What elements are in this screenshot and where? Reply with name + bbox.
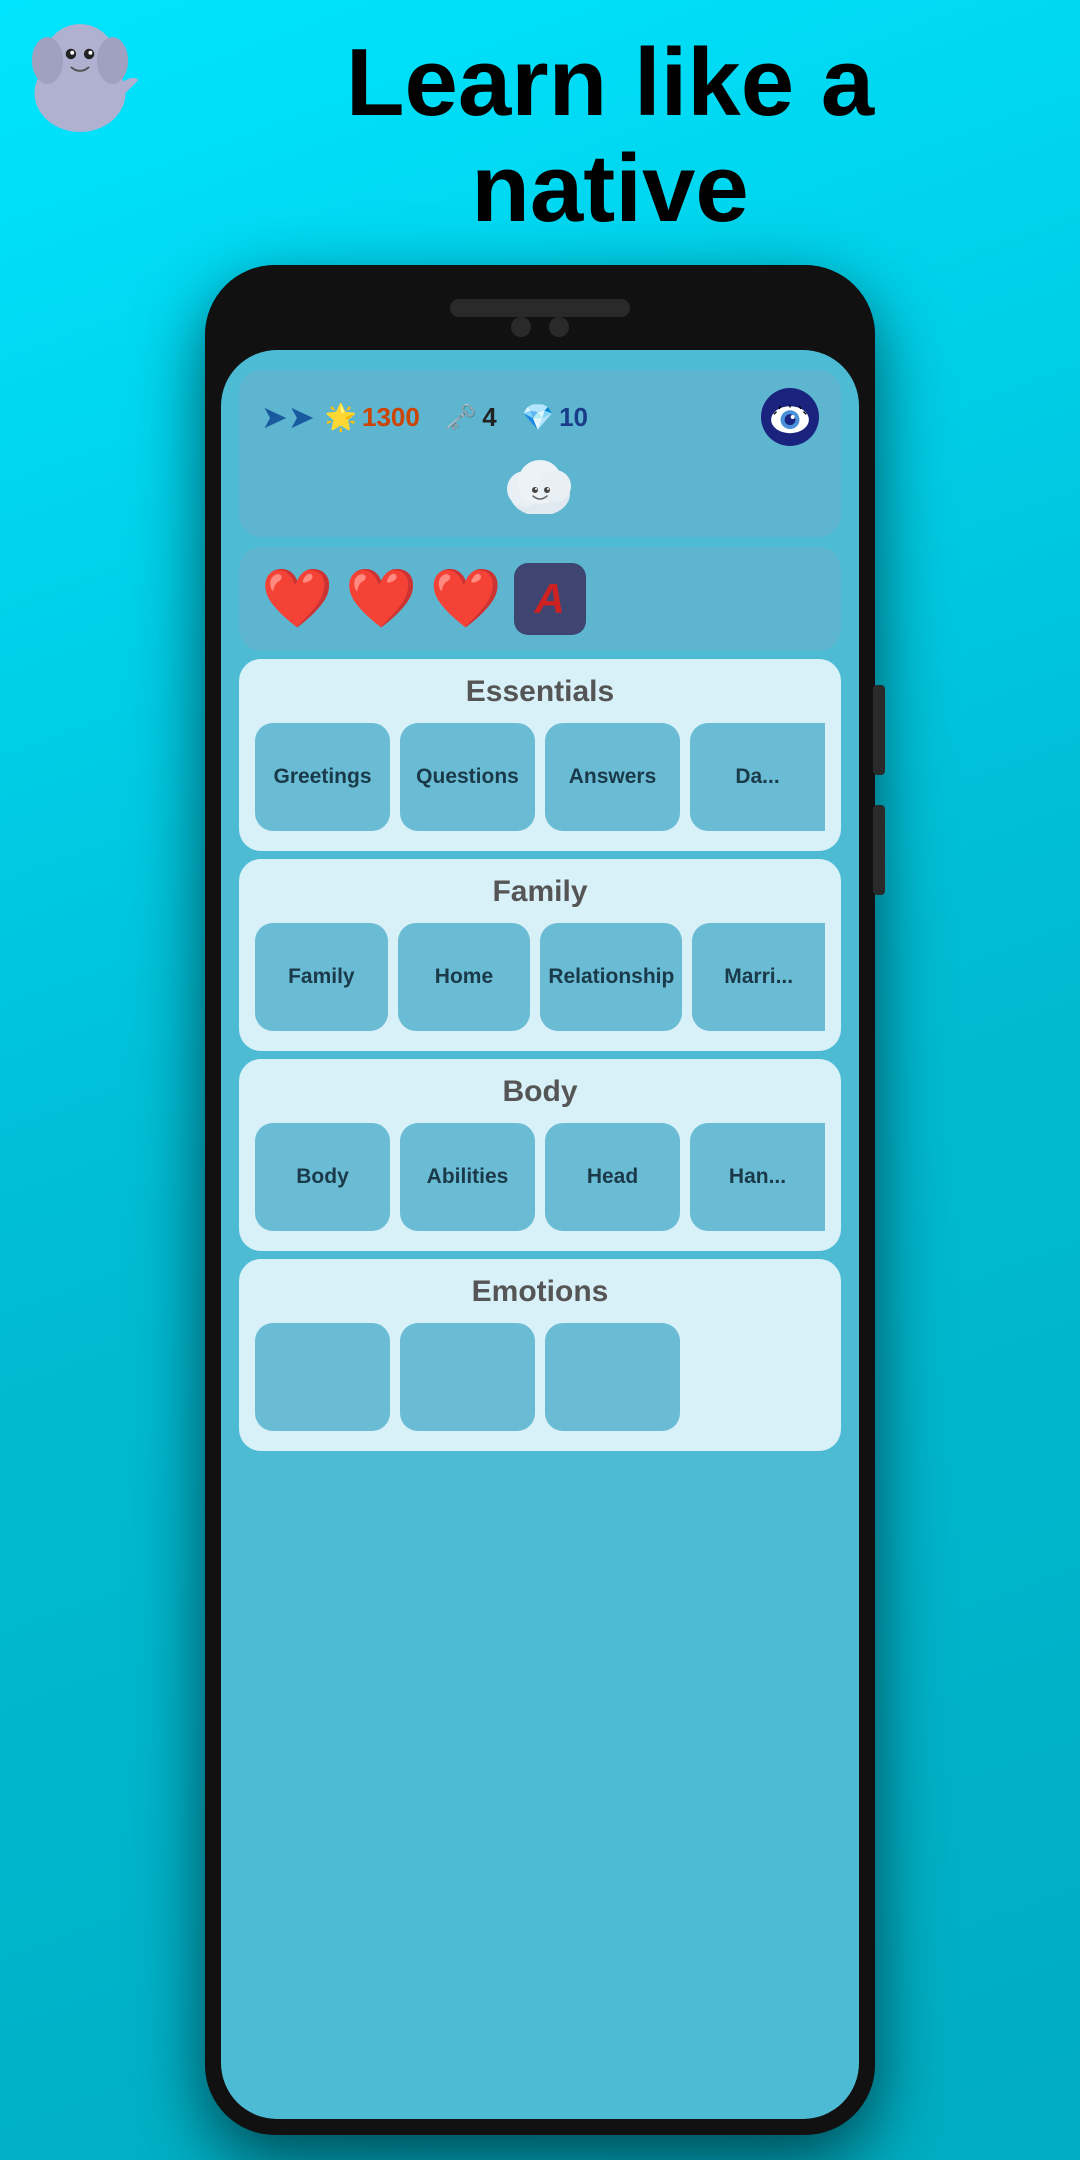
section-family-title: Family [255, 875, 825, 909]
key-stat: 🗝️ 4 [445, 402, 497, 433]
phone-screen: ➤➤ 🌟 1300 🗝️ 4 💎 [221, 350, 859, 2119]
heart-1: ❤️ [261, 565, 333, 633]
section-body-title: Body [255, 1075, 825, 1109]
section-emotions-title: Emotions [255, 1275, 825, 1309]
category-relationship[interactable]: Relationship [540, 923, 682, 1031]
sun-stat: 🌟 1300 [325, 402, 420, 433]
category-answers[interactable]: Answers [545, 723, 680, 831]
category-home[interactable]: Home [398, 923, 531, 1031]
screen-scroll[interactable]: ➤➤ 🌟 1300 🗝️ 4 💎 [221, 350, 859, 2119]
section-essentials: Essentials Greetings Questions Answers D… [239, 659, 841, 851]
category-emotions-1[interactable] [255, 1323, 390, 1431]
phone-top-bar [205, 265, 875, 350]
header-title: Learn like a native [160, 30, 1060, 241]
category-body[interactable]: Body [255, 1123, 390, 1231]
lives-row: ❤️ ❤️ ❤️ A [239, 547, 841, 651]
category-emotions-3[interactable] [545, 1323, 680, 1431]
key-count: 4 [482, 402, 496, 433]
category-head[interactable]: Head [545, 1123, 680, 1231]
letter-block[interactable]: A [514, 563, 586, 635]
category-family[interactable]: Family [255, 923, 388, 1031]
category-abilities[interactable]: Abilities [400, 1123, 535, 1231]
emotions-grid [255, 1323, 825, 1431]
category-marriage[interactable]: Marri... [692, 923, 825, 1031]
section-essentials-title: Essentials [255, 675, 825, 709]
section-body: Body Body Abilities Head Han... [239, 1059, 841, 1251]
body-grid: Body Abilities Head Han... [255, 1123, 825, 1231]
sun-count: 1300 [362, 402, 420, 433]
category-emotions-2[interactable] [400, 1323, 535, 1431]
category-days[interactable]: Da... [690, 723, 825, 831]
mascot-elephant [15, 15, 145, 145]
family-grid: Family Home Relationship Marri... [255, 923, 825, 1031]
heart-3: ❤️ [429, 565, 501, 633]
gem-count: 10 [559, 402, 588, 433]
stats-bar: ➤➤ 🌟 1300 🗝️ 4 💎 [239, 370, 841, 537]
category-questions[interactable]: Questions [400, 723, 535, 831]
phone-cameras [511, 317, 569, 337]
category-greetings[interactable]: Greetings [255, 723, 390, 831]
phone-frame: ➤➤ 🌟 1300 🗝️ 4 💎 [205, 265, 875, 2135]
essentials-grid: Greetings Questions Answers Da... [255, 723, 825, 831]
section-family: Family Family Home Relationship Marri... [239, 859, 841, 1051]
heart-2: ❤️ [345, 565, 417, 633]
arrow-icon: ➤➤ [261, 398, 315, 436]
gem-stat: 💎 10 [522, 402, 588, 433]
side-button [873, 685, 885, 775]
category-hands[interactable]: Han... [690, 1123, 825, 1231]
side-button-2 [873, 805, 885, 895]
cloud-mascot [261, 454, 819, 519]
section-emotions: Emotions [239, 1259, 841, 1451]
eye-avatar[interactable] [761, 388, 819, 446]
